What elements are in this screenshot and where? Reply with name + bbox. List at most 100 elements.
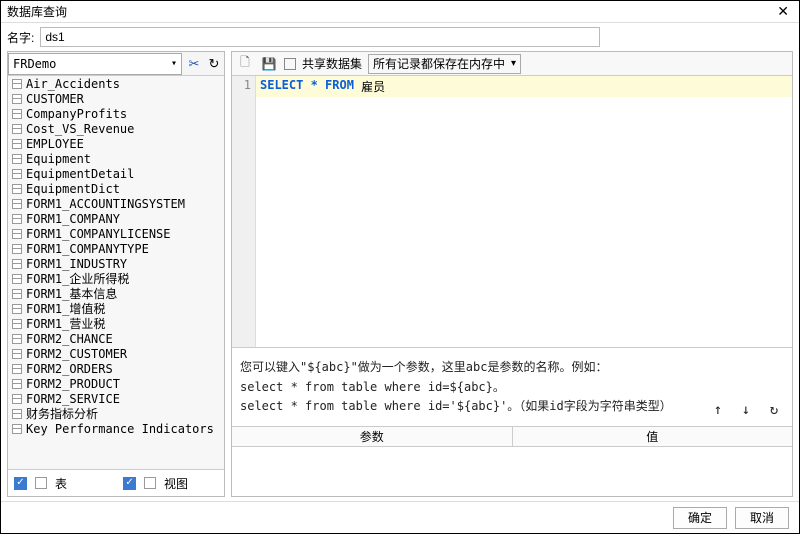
- table-item[interactable]: CompanyProfits: [8, 106, 224, 121]
- table-icon: [12, 289, 22, 299]
- sql-keyword: FROM: [325, 78, 354, 95]
- param-header-value: 值: [513, 427, 793, 446]
- table-item-label: Air_Accidents: [26, 77, 120, 91]
- database-select[interactable]: FRDemo ▾: [8, 53, 182, 75]
- cancel-button[interactable]: 取消: [735, 507, 789, 529]
- table-icon: [12, 139, 22, 149]
- share-checkbox[interactable]: [284, 58, 296, 70]
- table-icon: [12, 79, 22, 89]
- chevron-down-icon: ▾: [171, 58, 177, 69]
- table-item[interactable]: FORM2_PRODUCT: [8, 376, 224, 391]
- refresh-icon[interactable]: ↻: [204, 54, 224, 74]
- table-item[interactable]: FORM1_营业税: [8, 316, 224, 331]
- table-icon: [12, 154, 22, 164]
- table-item[interactable]: Cost_VS_Revenue: [8, 121, 224, 136]
- table-icon: [12, 229, 22, 239]
- up-arrow-icon[interactable]: ↑: [708, 400, 728, 420]
- table-item[interactable]: FORM2_CHANCE: [8, 331, 224, 346]
- table-icon: [12, 424, 22, 434]
- table-item[interactable]: Key Performance Indicators: [8, 421, 224, 436]
- table-icon: [12, 364, 22, 374]
- table-item[interactable]: FORM1_增值税: [8, 301, 224, 316]
- memory-mode-label: 所有记录都保存在内存中: [373, 55, 505, 72]
- hint-line: 您可以键入"${abc}"做为一个参数，这里abc是参数的名称。例如：: [240, 358, 784, 377]
- table-icon: [12, 94, 22, 104]
- scissors-icon[interactable]: ✂: [184, 54, 204, 74]
- hint-line: select * from table where id=${abc}。: [240, 378, 784, 397]
- table-item-label: FORM1_COMPANY: [26, 212, 120, 226]
- table-item[interactable]: Air_Accidents: [8, 76, 224, 91]
- view-icon: [144, 477, 156, 489]
- table-icon: [12, 109, 22, 119]
- table-checkbox[interactable]: ✓: [14, 477, 27, 490]
- hint-line: select * from table where id='${abc}'。（如…: [240, 397, 784, 416]
- table-icon: [12, 379, 22, 389]
- table-item[interactable]: EMPLOYEE: [8, 136, 224, 151]
- table-item[interactable]: Equipment: [8, 151, 224, 166]
- hint-panel: 您可以键入"${abc}"做为一个参数，这里abc是参数的名称。例如： sele…: [232, 348, 792, 426]
- table-item-label: CompanyProfits: [26, 107, 127, 121]
- chevron-down-icon: ▾: [511, 58, 516, 69]
- table-item[interactable]: CUSTOMER: [8, 91, 224, 106]
- refresh-icon[interactable]: ↻: [764, 400, 784, 420]
- table-icon: [12, 124, 22, 134]
- line-gutter: 1: [232, 76, 256, 347]
- table-item[interactable]: FORM2_ORDERS: [8, 361, 224, 376]
- table-item[interactable]: FORM1_企业所得税: [8, 271, 224, 286]
- table-item[interactable]: FORM1_COMPANY: [8, 211, 224, 226]
- table-item-label: FORM1_营业税: [26, 315, 105, 332]
- table-item-label: FORM1_INDUSTRY: [26, 257, 127, 271]
- param-table: 参数 值: [232, 426, 792, 496]
- table-icon: [12, 184, 22, 194]
- table-item-label: FORM2_CHANCE: [26, 332, 113, 346]
- table-icon: [12, 259, 22, 269]
- table-item[interactable]: FORM1_COMPANYLICENSE: [8, 226, 224, 241]
- name-input[interactable]: [40, 27, 600, 47]
- table-icon: [12, 334, 22, 344]
- table-item-label: FORM1_ACCOUNTINGSYSTEM: [26, 197, 185, 211]
- table-item-label: Key Performance Indicators: [26, 422, 214, 436]
- table-list[interactable]: Air_AccidentsCUSTOMERCompanyProfitsCost_…: [8, 76, 224, 470]
- memory-mode-select[interactable]: 所有记录都保存在内存中 ▾: [368, 54, 521, 74]
- table-item-label: EquipmentDetail: [26, 167, 134, 181]
- table-item[interactable]: 财务指标分析: [8, 406, 224, 421]
- table-icon: [12, 409, 22, 419]
- window-title: 数据库查询: [7, 3, 67, 20]
- sql-keyword: *: [311, 78, 318, 95]
- table-item-label: EquipmentDict: [26, 182, 120, 196]
- table-item[interactable]: FORM1_基本信息: [8, 286, 224, 301]
- close-button[interactable]: ✕: [773, 3, 793, 20]
- table-item[interactable]: EquipmentDetail: [8, 166, 224, 181]
- table-label: 表: [55, 475, 67, 492]
- table-icon: [12, 304, 22, 314]
- table-item-label: FORM1_COMPANYTYPE: [26, 242, 149, 256]
- table-icon: [12, 274, 22, 284]
- database-name: FRDemo: [13, 57, 56, 71]
- save-icon[interactable]: 💾: [260, 55, 278, 73]
- ok-button[interactable]: 确定: [673, 507, 727, 529]
- view-checkbox[interactable]: ✓: [123, 477, 136, 490]
- table-item[interactable]: FORM2_CUSTOMER: [8, 346, 224, 361]
- param-header-param: 参数: [232, 427, 513, 446]
- view-label: 视图: [164, 475, 188, 492]
- right-panel: 🗋 💾 共享数据集 所有记录都保存在内存中 ▾ 1 SELECT * FROM …: [231, 51, 793, 497]
- table-icon: [35, 477, 47, 489]
- table-item[interactable]: FORM1_INDUSTRY: [8, 256, 224, 271]
- table-item-label: EMPLOYEE: [26, 137, 84, 151]
- table-item-label: CUSTOMER: [26, 92, 84, 106]
- name-label: 名字:: [7, 29, 34, 46]
- table-icon: [12, 394, 22, 404]
- table-icon: [12, 169, 22, 179]
- table-item[interactable]: FORM2_SERVICE: [8, 391, 224, 406]
- table-icon: [12, 244, 22, 254]
- table-item-label: FORM2_CUSTOMER: [26, 347, 127, 361]
- table-item[interactable]: FORM1_COMPANYTYPE: [8, 241, 224, 256]
- table-item-label: Cost_VS_Revenue: [26, 122, 134, 136]
- table-item[interactable]: EquipmentDict: [8, 181, 224, 196]
- table-item[interactable]: FORM1_ACCOUNTINGSYSTEM: [8, 196, 224, 211]
- preview-icon[interactable]: 🗋: [236, 55, 254, 73]
- sql-keyword: SELECT: [260, 78, 303, 95]
- table-item-label: FORM2_SERVICE: [26, 392, 120, 406]
- sql-editor[interactable]: 1 SELECT * FROM 雇员: [232, 76, 792, 348]
- down-arrow-icon[interactable]: ↓: [736, 400, 756, 420]
